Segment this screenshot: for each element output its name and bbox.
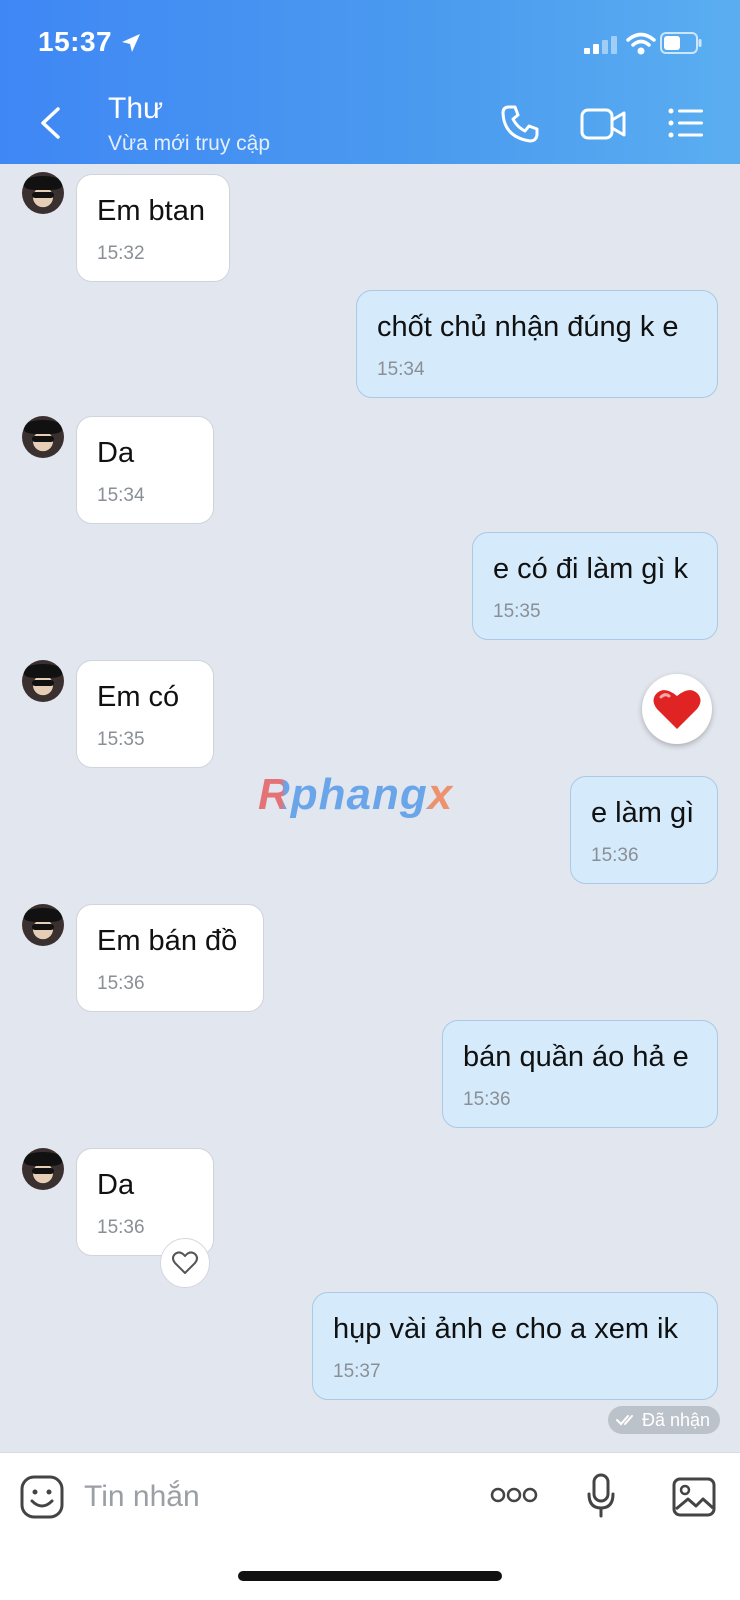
message-text: hụp vài ảnh e cho a xem ik [333,1313,678,1345]
sticker-icon[interactable] [20,1475,64,1519]
message-bubble-outgoing[interactable]: e làm gì 15:36 [570,776,718,884]
message-bubble-incoming[interactable]: Em btan 15:32 [76,174,230,282]
heart-reaction-button[interactable] [642,674,712,744]
wifi-icon [626,32,656,55]
message-time: 15:35 [97,729,145,750]
contact-name[interactable]: Thư [108,92,163,126]
message-text: Em btan [97,195,205,227]
delivery-status-text: Đã nhận [642,1409,711,1430]
message-bubble-outgoing[interactable]: bán quần áo hả e 15:36 [442,1020,718,1128]
add-reaction-button[interactable] [160,1238,210,1288]
heart-outline-icon [172,1251,198,1274]
message-time: 15:36 [591,845,639,866]
message-time: 15:36 [463,1089,511,1110]
message-time: 15:32 [97,243,145,264]
watermark-logo: Rphangx [258,770,454,819]
message-time: 15:35 [493,601,541,622]
message-bubble-incoming[interactable]: Em có 15:35 [76,660,214,768]
double-check-icon [616,1415,633,1426]
status-time: 15:37 [38,26,113,57]
message-text: Em có [97,681,180,713]
message-bubble-outgoing[interactable]: hụp vài ảnh e cho a xem ik 15:37 [312,1292,718,1400]
delivery-status-badge: Đã nhận [608,1406,721,1434]
contact-avatar[interactable] [22,660,64,702]
contact-avatar[interactable] [22,1148,64,1190]
message-text: Da [97,437,135,469]
home-indicator [238,1571,502,1581]
message-time: 15:37 [333,1361,381,1382]
contact-avatar[interactable] [22,172,64,214]
heart-icon [653,690,701,729]
battery-icon [660,32,702,54]
message-text: e làm gì [591,797,695,829]
chat-header: 15:37 Thư Vừa mới truy cập [0,0,740,164]
microphone-icon[interactable] [586,1473,616,1519]
more-options-icon[interactable] [490,1487,538,1503]
location-arrow-icon [122,34,140,52]
video-call-icon[interactable] [580,108,626,140]
message-bubble-outgoing[interactable]: chốt chủ nhận đúng k e 15:34 [356,290,718,398]
message-time: 15:34 [377,359,425,380]
message-time: 15:34 [97,485,145,506]
message-bubble-incoming[interactable]: Em bán đồ 15:36 [76,904,264,1012]
contact-avatar[interactable] [22,904,64,946]
message-time: 15:36 [97,1217,145,1238]
message-text: Da [97,1169,135,1201]
back-chevron-icon[interactable] [38,106,64,140]
message-text: e có đi làm gì k [493,553,689,585]
message-bubble-incoming[interactable]: Da 15:34 [76,416,214,524]
message-text: Em bán đồ [97,925,238,957]
contact-avatar[interactable] [22,416,64,458]
signal-icon [584,36,617,54]
message-text: bán quần áo hả e [463,1041,689,1073]
image-gallery-icon[interactable] [672,1477,716,1517]
phone-call-icon[interactable] [500,104,540,144]
message-time: 15:36 [97,973,145,994]
contact-status: Vừa mới truy cập [108,132,271,155]
message-bubble-outgoing[interactable]: e có đi làm gì k 15:35 [472,532,718,640]
menu-list-icon[interactable] [668,108,704,138]
message-text: chốt chủ nhận đúng k e [377,311,679,343]
message-composer [0,1452,740,1600]
message-input[interactable] [84,1477,384,1517]
